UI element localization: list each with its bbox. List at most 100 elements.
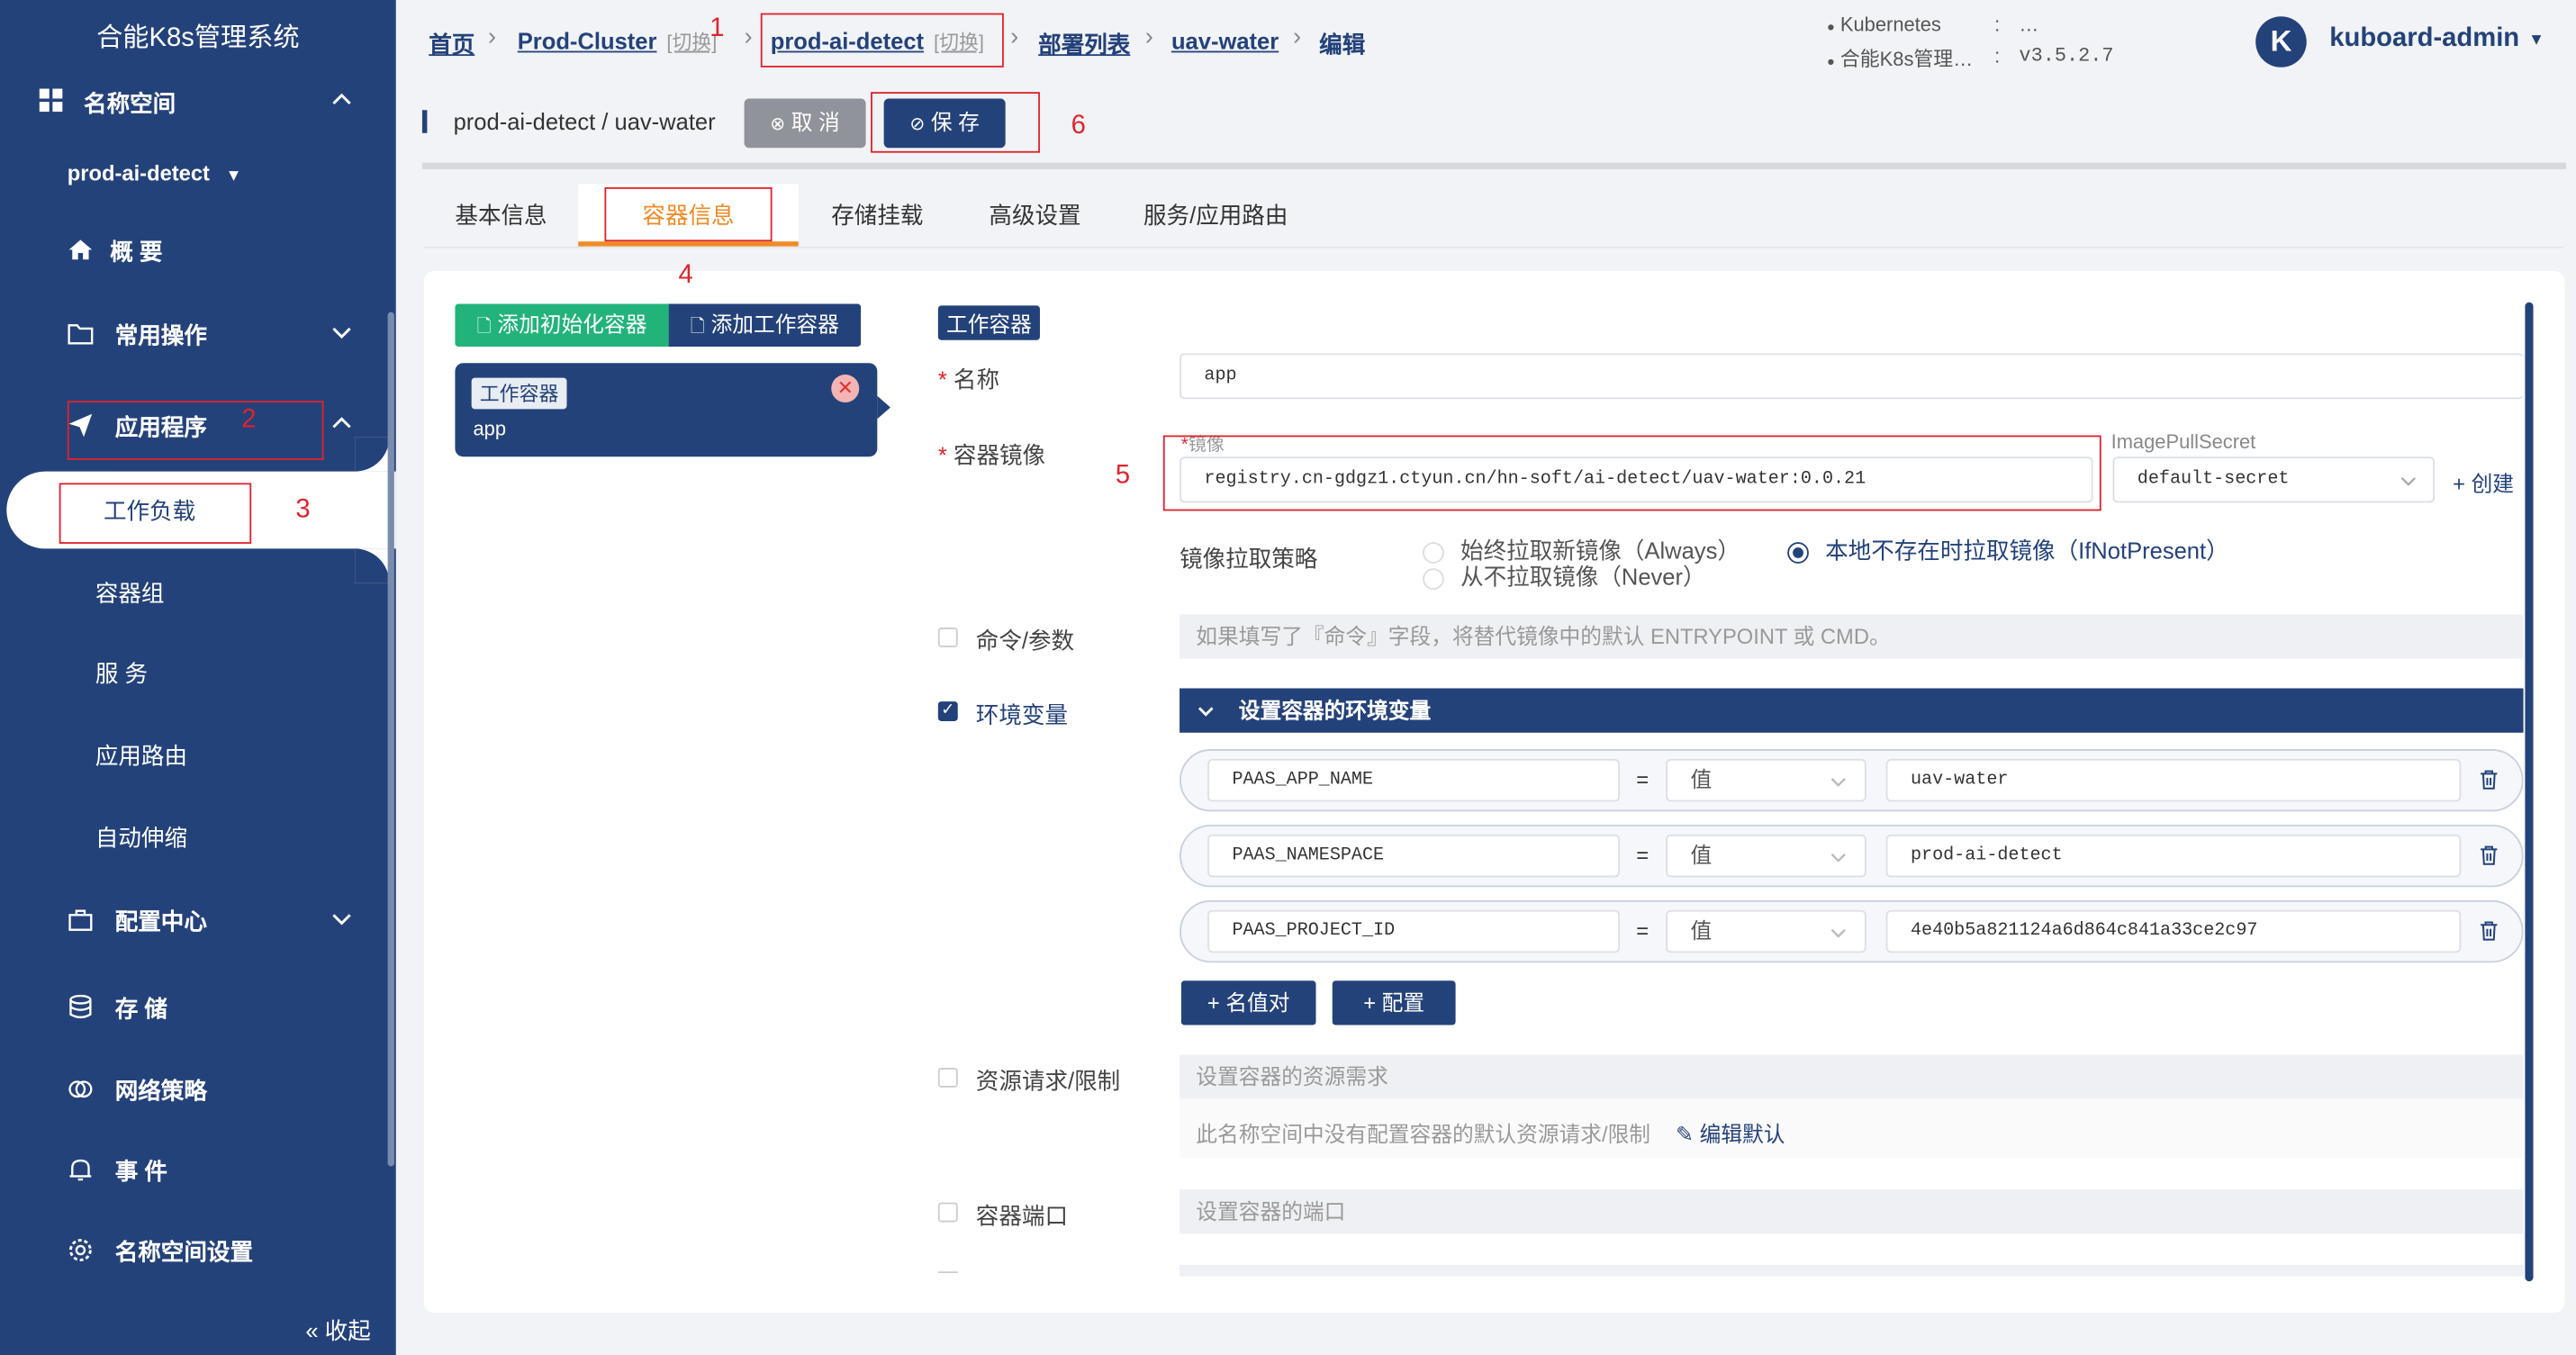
breadcrumb-home[interactable]: 首页: [429, 28, 475, 60]
namespace-selector[interactable]: prod-ai-detect ▼: [68, 161, 242, 185]
trash-icon[interactable]: [2479, 845, 2499, 866]
env-equals: =: [1636, 917, 1650, 944]
env-name-input[interactable]: PAAS_NAMESPACE: [1207, 834, 1621, 878]
annotation-number: 1: [710, 14, 725, 43]
add-config-button[interactable]: + 配置: [1332, 980, 1456, 1025]
namespace-header[interactable]: 名称空间: [0, 66, 388, 138]
resource-section-body: 此名称空间中没有配置容器的默认资源请求/限制 ✎ 编辑默认: [1180, 1098, 2524, 1159]
image-label-text: 容器镜像: [953, 441, 1046, 469]
breadcrumb-separator: ›: [1144, 23, 1153, 51]
tab-advanced[interactable]: 高级设置: [956, 184, 1114, 246]
policy-never-label: 从不拉取镜像（Never）: [1460, 563, 1706, 591]
section-tag: 工作容器: [937, 305, 1041, 340]
collapse-button[interactable]: « 收起: [305, 1314, 370, 1347]
avatar[interactable]: K: [2255, 16, 2307, 68]
container-list-item[interactable]: 工作容器 app ✕: [455, 363, 878, 457]
edit-default-link[interactable]: ✎ 编辑默认: [1676, 1117, 1785, 1149]
policy-never-option[interactable]: 从不拉取镜像（Never）: [1423, 560, 1706, 592]
env-type-select[interactable]: 值: [1666, 909, 1866, 953]
radio-unchecked[interactable]: [1423, 567, 1444, 590]
env-name-input[interactable]: PAAS_APP_NAME: [1207, 758, 1621, 802]
ports-section-header[interactable]: 设置容器的端口: [1180, 1189, 2524, 1234]
trash-icon[interactable]: [2479, 769, 2499, 790]
cmd-checkbox[interactable]: [937, 627, 958, 647]
trash-icon[interactable]: [2479, 920, 2499, 942]
add-init-label: 添加初始化容器: [497, 312, 647, 338]
file-add-icon: 🗋: [476, 317, 492, 338]
env-type-select[interactable]: 值: [1666, 834, 1866, 878]
name-input[interactable]: app: [1180, 353, 2524, 400]
add-keyvalue-button[interactable]: + 名值对: [1180, 980, 1316, 1025]
sidebar-scrollbar[interactable]: [387, 312, 394, 1167]
sidebar-item-services[interactable]: 服 务: [95, 657, 148, 690]
k8s-version-row: ● Kubernetes:…: [1826, 13, 2039, 37]
sidebar-item-config-center[interactable]: 配置中心: [0, 884, 388, 956]
add-work-container-button[interactable]: 🗋 添加工作容器: [668, 303, 862, 347]
breadcrumb-cluster[interactable]: Prod-Cluster [切换]: [518, 28, 718, 56]
sidebar-item-ns-settings[interactable]: 名称空间设置: [0, 1214, 388, 1286]
breadcrumb-workload[interactable]: uav-water: [1171, 28, 1279, 54]
radio-checked[interactable]: [1787, 541, 1809, 564]
env-value-input[interactable]: 4e40b5a821124a6d864c841a33ce2c97: [1885, 909, 2462, 953]
image-label: * 容器镜像: [937, 441, 1046, 469]
chevron-up-icon: [332, 417, 351, 429]
env-equals: =: [1636, 843, 1650, 868]
ports-label: 容器端口: [975, 1202, 1068, 1229]
env-checkbox[interactable]: ✓: [937, 701, 958, 721]
remove-container-icon[interactable]: ✕: [831, 375, 860, 403]
app-label: 合能K8s管理…: [1839, 47, 1974, 71]
sidebar-item-storage[interactable]: 存 储: [0, 971, 388, 1043]
sidebar-item-ingress[interactable]: 应用路由: [95, 739, 187, 772]
cmd-input[interactable]: 如果填写了『命令』字段，将替代镜像中的默认 ENTRYPOINT 或 CMD。: [1180, 614, 2524, 659]
env-section-header[interactable]: 设置容器的环境变量: [1180, 688, 2524, 733]
env-type-select[interactable]: 值: [1666, 758, 1866, 802]
pull-secret-select[interactable]: default-secret: [2112, 456, 2436, 503]
tab-basic-info[interactable]: 基本信息: [424, 184, 579, 246]
container-tag: 工作容器: [471, 377, 567, 410]
sidebar-item-common-ops[interactable]: 常用操作: [0, 297, 388, 369]
version-info: ● Kubernetes:… ● 合能K8s管理…: v3.5.2.7: [1826, 13, 2114, 76]
resource-checkbox[interactable]: [937, 1067, 958, 1088]
env-type-value: 值: [1690, 917, 1713, 944]
sidebar-item-events[interactable]: 事 件: [0, 1134, 388, 1206]
sidebar-item-label: 常用操作: [114, 321, 207, 348]
selected-arrow: [877, 395, 890, 420]
cancel-label: 取 消: [791, 110, 840, 135]
cancel-button[interactable]: ⊗ 取 消: [744, 98, 866, 149]
edit-default-label: 编辑默认: [1699, 1122, 1785, 1147]
chevron-down-icon: [1198, 707, 1214, 717]
chevron-down-icon: [1830, 853, 1846, 863]
pill-corner-top: [355, 437, 390, 472]
form-scrollbar[interactable]: [2525, 302, 2534, 1282]
resource-section-header[interactable]: 设置容器的资源需求: [1180, 1054, 2524, 1099]
k8s-sep: :: [1994, 13, 2001, 37]
page-path: prod-ai-detect / uav-water: [453, 108, 716, 135]
k8s-label: Kubernetes: [1839, 13, 1941, 37]
tab-storage-mount[interactable]: 存储挂载: [799, 184, 956, 246]
file-add-icon: 🗋: [690, 317, 705, 338]
env-name-input[interactable]: PAAS_PROJECT_ID: [1207, 909, 1621, 953]
env-row: PAAS_APP_NAME = 值 uav-water: [1180, 749, 2524, 812]
home-icon: [68, 239, 93, 260]
chevron-down-icon: [2400, 477, 2417, 486]
toolbar-divider: [421, 162, 2567, 169]
sidebar-item-pods[interactable]: 容器组: [95, 576, 165, 609]
create-secret-link[interactable]: + 创建: [2453, 466, 2514, 498]
sidebar-item-network-policy[interactable]: 网络策略: [0, 1053, 388, 1125]
username[interactable]: kuboard-admin: [2329, 24, 2519, 54]
tab-service-ingress[interactable]: 服务/应用路由: [1114, 184, 1317, 246]
policy-ifnotpresent-option[interactable]: 本地不存在时拉取镜像（IfNotPresent）: [1787, 534, 2229, 566]
env-equals: =: [1636, 767, 1650, 792]
ports-checkbox[interactable]: [937, 1202, 958, 1223]
sidebar-item-label: 网络策略: [114, 1077, 207, 1105]
breadcrumb-deployments[interactable]: 部署列表: [1038, 28, 1130, 60]
add-init-container-button[interactable]: 🗋 添加初始化容器: [455, 303, 669, 347]
env-value-input[interactable]: prod-ai-detect: [1885, 834, 2462, 878]
sidebar: 合能K8s管理系统 名称空间 prod-ai-detect ▼ 概 要 常用操作…: [0, 0, 396, 1355]
caret-down-icon[interactable]: ▼: [2528, 32, 2544, 50]
sidebar-item-overview[interactable]: 概 要: [0, 213, 388, 285]
env-value-input[interactable]: uav-water: [1885, 758, 2462, 802]
sidebar-item-autoscale[interactable]: 自动伸缩: [95, 821, 187, 854]
sidebar-item-label: 存 储: [114, 995, 167, 1022]
env-header-label: 设置容器的环境变量: [1238, 698, 1432, 723]
